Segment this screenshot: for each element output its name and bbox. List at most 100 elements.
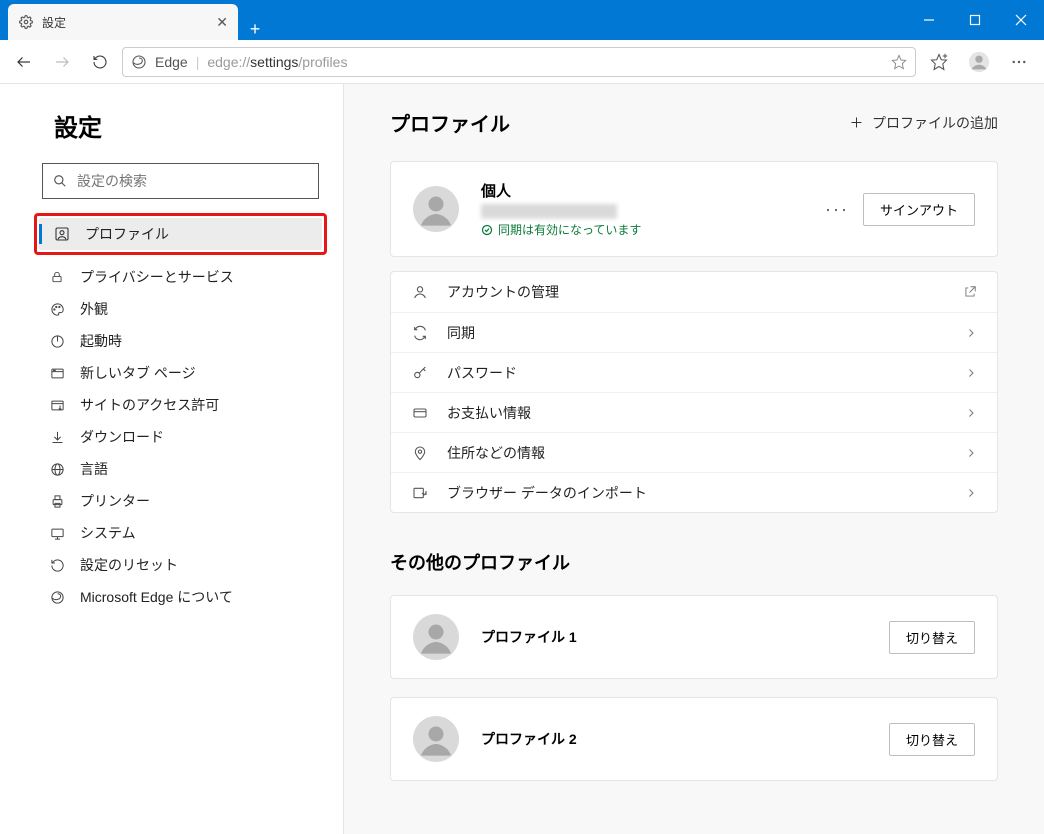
sidebar-item-appearance[interactable]: 外観 [34, 293, 327, 325]
favorites-button[interactable] [922, 45, 956, 79]
settings-title: 設定 [34, 108, 327, 143]
profile-card-actions: ··· サインアウト [825, 193, 975, 226]
sidebar-item-privacy[interactable]: プライバシーとサービス [34, 261, 327, 293]
browser-tab[interactable]: 設定 ✕ [8, 4, 238, 40]
profile-avatar [413, 186, 459, 232]
sidebar-item-permissions[interactable]: サイトのアクセス許可 [34, 389, 327, 421]
content-area: 設定 プロファイル プライバシーとサービス 外観 起動時 新し [0, 84, 1044, 834]
sidebar-item-label: 新しいタブ ページ [80, 363, 196, 383]
new-tab-button[interactable]: + [238, 19, 272, 40]
menu-label: アカウントの管理 [447, 282, 559, 302]
menu-passwords[interactable]: パスワード [391, 352, 997, 392]
search-input[interactable] [77, 173, 308, 189]
gear-icon [18, 14, 34, 30]
system-icon [48, 526, 66, 541]
sidebar-item-label: 設定のリセット [80, 555, 178, 575]
tab-strip: 設定 ✕ + [0, 0, 272, 40]
sidebar-item-label: プロファイル [85, 224, 169, 244]
settings-main: プロファイル プロファイルの追加 個人 ████████████████ 同期は… [344, 84, 1044, 834]
profile-avatar-button[interactable] [962, 45, 996, 79]
search-icon [53, 174, 67, 188]
sidebar-item-reset[interactable]: 設定のリセット [34, 549, 327, 581]
more-menu-button[interactable] [1002, 45, 1036, 79]
download-icon [48, 430, 66, 445]
forward-button[interactable] [46, 46, 78, 78]
menu-addresses[interactable]: 住所などの情報 [391, 432, 997, 472]
chevron-right-icon [965, 487, 977, 499]
lock-icon [48, 270, 66, 284]
add-profile-button[interactable]: プロファイルの追加 [849, 113, 998, 133]
permissions-icon [48, 398, 66, 413]
sidebar-item-label: ダウンロード [80, 427, 164, 447]
favorite-star-icon[interactable] [891, 54, 907, 70]
location-icon [411, 445, 429, 461]
url-prefix: edge:// [207, 54, 250, 70]
sidebar-item-label: Microsoft Edge について [80, 587, 233, 607]
settings-search[interactable] [42, 163, 319, 199]
sidebar-item-profiles[interactable]: プロファイル [39, 218, 322, 250]
back-button[interactable] [8, 46, 40, 78]
highlight-annotation: プロファイル [34, 213, 327, 255]
minimize-button[interactable] [906, 0, 952, 40]
sidebar-item-downloads[interactable]: ダウンロード [34, 421, 327, 453]
profile-menu-list: アカウントの管理 同期 パスワード お支払い情報 住所などの情報 [390, 271, 998, 513]
menu-import[interactable]: ブラウザー データのインポート [391, 472, 997, 512]
profile-email-blurred: ████████████████ [481, 204, 641, 218]
switch-profile-button[interactable]: 切り替え [889, 621, 975, 654]
key-icon [411, 365, 429, 381]
signout-button[interactable]: サインアウト [863, 193, 975, 226]
sync-icon [411, 325, 429, 341]
close-window-button[interactable] [998, 0, 1044, 40]
sync-status: 同期は有効になっています [481, 221, 641, 238]
card-icon [411, 405, 429, 421]
browser-toolbar: Edge | edge://settings/profiles [0, 40, 1044, 84]
chevron-right-icon [965, 407, 977, 419]
sidebar-item-printers[interactable]: プリンター [34, 485, 327, 517]
sidebar-item-label: 外観 [80, 299, 108, 319]
sidebar-item-label: 起動時 [80, 331, 122, 351]
switch-profile-button[interactable]: 切り替え [889, 723, 975, 756]
menu-label: お支払い情報 [447, 403, 531, 423]
menu-payment[interactable]: お支払い情報 [391, 392, 997, 432]
sidebar-item-label: プライバシーとサービス [80, 267, 234, 287]
maximize-button[interactable] [952, 0, 998, 40]
check-circle-icon [481, 224, 493, 236]
other-profile-card: プロファイル 1 切り替え [390, 595, 998, 679]
profile-icon [53, 226, 71, 242]
sidebar-item-about[interactable]: Microsoft Edge について [34, 581, 327, 613]
url-middle: settings [250, 54, 298, 70]
sidebar-item-startup[interactable]: 起動時 [34, 325, 327, 357]
external-link-icon [963, 285, 977, 299]
main-heading: プロファイル [390, 108, 510, 137]
sync-status-label: 同期は有効になっています [498, 221, 641, 238]
person-icon [411, 284, 429, 300]
refresh-button[interactable] [84, 46, 116, 78]
chevron-right-icon [965, 447, 977, 459]
other-profiles-heading: その他のプロファイル [390, 549, 998, 575]
profile-avatar [413, 716, 459, 762]
plus-icon [849, 115, 864, 130]
address-bar[interactable]: Edge | edge://settings/profiles [122, 47, 916, 77]
add-profile-label: プロファイルの追加 [872, 113, 998, 133]
menu-sync[interactable]: 同期 [391, 312, 997, 352]
profile-name: 個人 [481, 180, 641, 201]
sidebar-item-newtab[interactable]: 新しいタブ ページ [34, 357, 327, 389]
sidebar-item-label: サイトのアクセス許可 [80, 395, 219, 415]
sidebar-item-label: 言語 [80, 459, 108, 479]
other-profile-name: プロファイル 1 [481, 627, 577, 647]
sidebar-item-label: プリンター [80, 491, 150, 511]
close-tab-icon[interactable]: ✕ [216, 14, 228, 31]
menu-label: ブラウザー データのインポート [447, 483, 647, 503]
reset-icon [48, 558, 66, 573]
chevron-right-icon [965, 327, 977, 339]
sidebar-item-label: システム [80, 523, 136, 543]
menu-manage-account[interactable]: アカウントの管理 [391, 272, 997, 312]
import-icon [411, 485, 429, 501]
power-icon [48, 334, 66, 349]
titlebar: 設定 ✕ + [0, 0, 1044, 40]
sidebar-item-languages[interactable]: 言語 [34, 453, 327, 485]
profile-more-button[interactable]: ··· [825, 199, 849, 220]
sidebar-item-system[interactable]: システム [34, 517, 327, 549]
other-profile-name: プロファイル 2 [481, 729, 577, 749]
printer-icon [48, 494, 66, 509]
